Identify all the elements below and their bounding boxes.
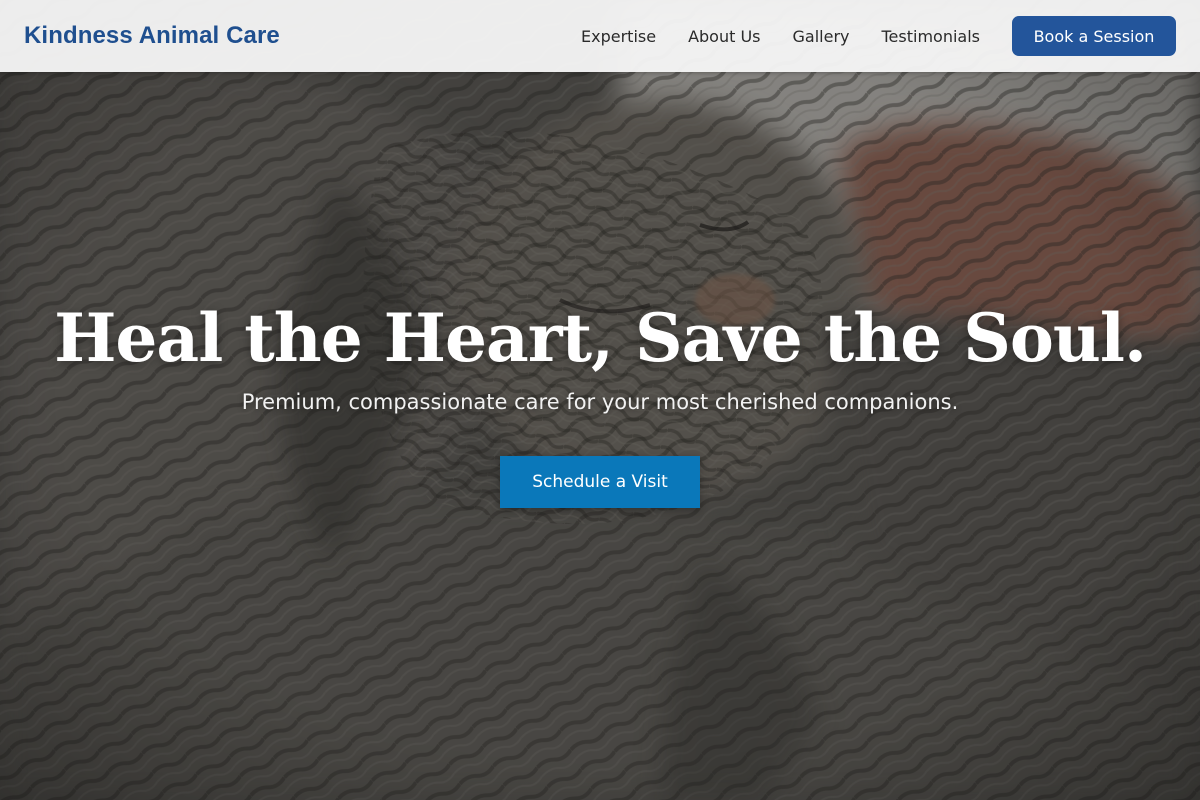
site-header: Kindness Animal Care Expertise About Us …	[0, 0, 1200, 72]
hero-content: Heal the Heart, Save the Soul. Premium, …	[0, 290, 1200, 508]
book-session-button[interactable]: Book a Session	[1012, 16, 1176, 56]
main-nav: Expertise About Us Gallery Testimonials …	[581, 0, 1176, 72]
nav-link-gallery[interactable]: Gallery	[793, 27, 850, 46]
nav-link-testimonials[interactable]: Testimonials	[882, 27, 981, 46]
nav-link-expertise[interactable]: Expertise	[581, 27, 656, 46]
nav-link-about-us[interactable]: About Us	[688, 27, 760, 46]
schedule-visit-button[interactable]: Schedule a Visit	[500, 456, 700, 508]
hero-headline: Heal the Heart, Save the Soul.	[54, 299, 1147, 377]
hero-subheadline: Premium, compassionate care for your mos…	[241, 390, 959, 414]
brand-logo-text[interactable]: Kindness Animal Care	[24, 20, 280, 52]
